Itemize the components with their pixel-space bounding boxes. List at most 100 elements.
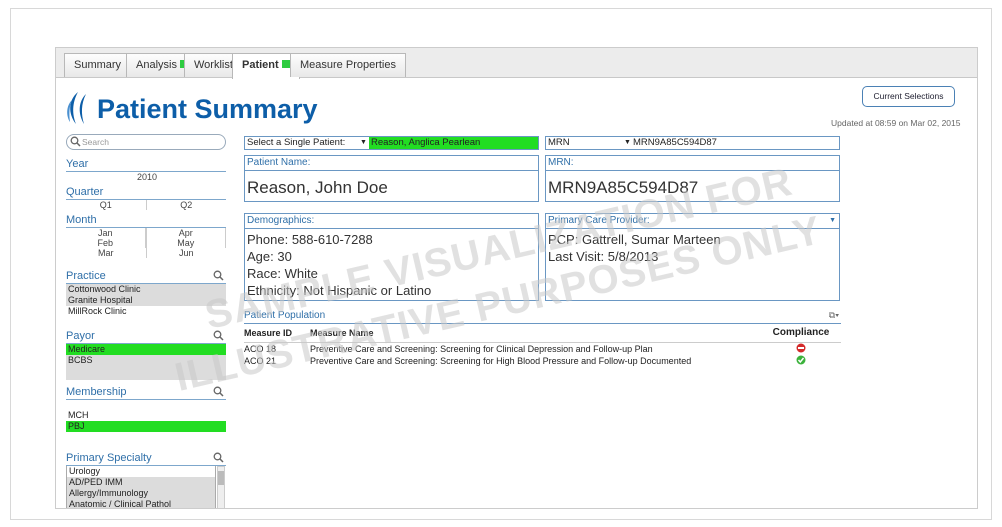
- current-selections-button[interactable]: Current Selections: [862, 86, 955, 107]
- mrn-card: MRN: MRN9A85C594D87: [545, 155, 840, 202]
- measure-name: Preventive Care and Screening: Screening…: [310, 355, 692, 366]
- compliant-check-icon: [796, 355, 806, 364]
- patient-population: Patient Population ⧉▾ Measure ID Measure…: [244, 310, 841, 367]
- search-icon[interactable]: [213, 330, 224, 341]
- search-icon[interactable]: [213, 270, 224, 281]
- list-item[interactable]: Anatomic / Clinical Pathol: [67, 499, 215, 508]
- mrn-select[interactable]: MRN ▼ MRN9A85C594D87: [545, 136, 840, 150]
- last-visit: Last Visit: 5/8/2013: [548, 249, 659, 264]
- population-header: Patient Population ⧉▾: [244, 310, 841, 324]
- compliance-cell: [761, 342, 841, 355]
- list-item[interactable]: Allergy/Immunology: [67, 488, 215, 499]
- chevron-down-icon[interactable]: ▼: [829, 214, 836, 228]
- measure-id: ACO 18: [244, 343, 277, 354]
- list-item[interactable]: MCH: [66, 410, 226, 421]
- compliance-cell: [761, 355, 841, 367]
- quarter-q1[interactable]: Q1: [66, 200, 147, 210]
- payor-filter: Payor Medicare BCBS: [66, 330, 226, 380]
- age: Age: 30: [247, 249, 292, 264]
- ethnicity: Ethnicity: Not Hispanic or Latino: [247, 283, 432, 298]
- tab-bar: Summary Analysis Worklist Patient Measur…: [56, 48, 977, 79]
- tab-summary[interactable]: Summary: [64, 53, 132, 77]
- patient-select-label: Select a Single Patient:: [247, 137, 346, 148]
- month-values: Jan Feb Mar Apr May Jun: [66, 228, 226, 258]
- measure-name: Preventive Care and Screening: Screening…: [310, 343, 653, 354]
- pcp-body: PCP: Gattrell, Sumar Marteen Last Visit:…: [546, 229, 839, 265]
- year-value[interactable]: 2010: [66, 172, 226, 183]
- month-apr[interactable]: Apr: [147, 228, 226, 238]
- patient-select-value: Reason, Anglica Pearlean: [369, 137, 538, 149]
- active-indicator-icon: [281, 60, 290, 68]
- pcp-name: PCP: Gattrell, Sumar Marteen: [548, 232, 721, 247]
- logo-icon: [67, 92, 86, 124]
- list-filler: [66, 366, 226, 380]
- col-measure-name[interactable]: Measure Name: [310, 324, 761, 342]
- scrollbar-thumb[interactable]: [218, 471, 224, 485]
- practice-header: Practice: [66, 270, 226, 284]
- screenshot-frame: Summary Analysis Worklist Patient Measur…: [10, 8, 992, 520]
- list-item[interactable]: BCBS: [66, 355, 226, 366]
- pcp-header: Primary Care Provider: ▼: [546, 214, 839, 229]
- quarter-filter: Quarter Q1 Q2: [66, 186, 226, 210]
- mrn-header: MRN:: [546, 156, 839, 171]
- list-item[interactable]: Urology: [67, 466, 215, 477]
- month-filter: Month Jan Feb Mar Apr May Jun: [66, 214, 226, 258]
- col-measure-id[interactable]: Measure ID: [244, 324, 310, 342]
- mrn-select-value: MRN9A85C594D87: [633, 137, 717, 148]
- specialty-filter: Primary Specialty Urology AD/PED IMM All…: [66, 452, 226, 508]
- payor-header: Payor: [66, 330, 226, 344]
- table-row[interactable]: ACO 21 Preventive Care and Screening: Sc…: [244, 355, 841, 367]
- table-row[interactable]: ACO 18 Preventive Care and Screening: Sc…: [244, 342, 841, 355]
- patient-name-value: Reason, John Doe: [247, 178, 388, 197]
- quarter-q2[interactable]: Q2: [147, 200, 227, 210]
- chevron-down-icon: ▼: [360, 139, 367, 146]
- month-may[interactable]: May: [147, 238, 226, 248]
- race: Race: White: [247, 266, 318, 281]
- scrollbar[interactable]: [217, 466, 225, 508]
- year-filter: Year 2010: [66, 158, 226, 183]
- month-jan[interactable]: Jan: [66, 228, 146, 238]
- page-title: Patient Summary: [97, 94, 318, 124]
- list-item[interactable]: PBJ: [66, 421, 226, 432]
- patient-name-header: Patient Name:: [245, 156, 538, 171]
- measure-id: ACO 21: [244, 355, 277, 366]
- month-col-1: Jan Feb Mar: [66, 228, 147, 258]
- demographics-card: Demographics: Phone: 588-610-7288 Age: 3…: [244, 213, 539, 301]
- tab-measure-properties[interactable]: Measure Properties: [290, 53, 406, 77]
- specialty-list: Urology AD/PED IMM Allergy/Immunology An…: [66, 466, 225, 508]
- demographics-header: Demographics:: [245, 214, 538, 229]
- list-item[interactable]: Granite Hospital: [66, 295, 226, 306]
- phone: Phone: 588-610-7288: [247, 232, 373, 247]
- month-mar[interactable]: Mar: [66, 248, 146, 258]
- mrn-value: MRN9A85C594D87: [548, 178, 699, 197]
- list-item[interactable]: AD/PED IMM: [67, 477, 215, 488]
- month-col-2: Apr May Jun: [147, 228, 227, 258]
- export-icon[interactable]: ⧉▾: [829, 310, 839, 321]
- demographics-body: Phone: 588-610-7288 Age: 30 Race: White …: [245, 229, 538, 299]
- patient-name-card: Patient Name: Reason, John Doe: [244, 155, 539, 202]
- mrn-select-label: MRN: [548, 137, 570, 148]
- membership-header: Membership: [66, 386, 226, 400]
- noncompliant-icon: [796, 343, 806, 352]
- membership-filter: Membership MCH PBJ: [66, 386, 226, 432]
- chevron-down-icon: ▼: [624, 139, 631, 146]
- search-input[interactable]: Search: [66, 134, 226, 150]
- search-icon[interactable]: [213, 452, 224, 463]
- population-table: Measure ID Measure Name Compliance ACO 1…: [244, 324, 841, 367]
- patient-select[interactable]: Select a Single Patient: ▼ Reason, Angli…: [244, 136, 539, 150]
- updated-timestamp: Updated at 08:59 on Mar 02, 2015: [831, 118, 961, 128]
- month-feb[interactable]: Feb: [66, 238, 146, 248]
- search-icon: [70, 136, 81, 147]
- col-compliance[interactable]: Compliance: [761, 324, 841, 342]
- quarter-label: Quarter: [66, 186, 226, 200]
- pcp-card: Primary Care Provider: ▼ PCP: Gattrell, S…: [545, 213, 840, 301]
- month-jun[interactable]: Jun: [147, 248, 227, 258]
- search-icon[interactable]: [213, 386, 224, 397]
- list-item[interactable]: Cottonwood Clinic: [66, 284, 226, 295]
- dashboard-app: Summary Analysis Worklist Patient Measur…: [55, 47, 978, 509]
- practice-filter: Practice Cottonwood Clinic Granite Hospi…: [66, 270, 226, 317]
- month-label: Month: [66, 214, 226, 228]
- list-item[interactable]: MillRock Clinic: [66, 306, 226, 317]
- list-item[interactable]: Medicare: [66, 344, 226, 355]
- membership-spacer: [66, 400, 226, 410]
